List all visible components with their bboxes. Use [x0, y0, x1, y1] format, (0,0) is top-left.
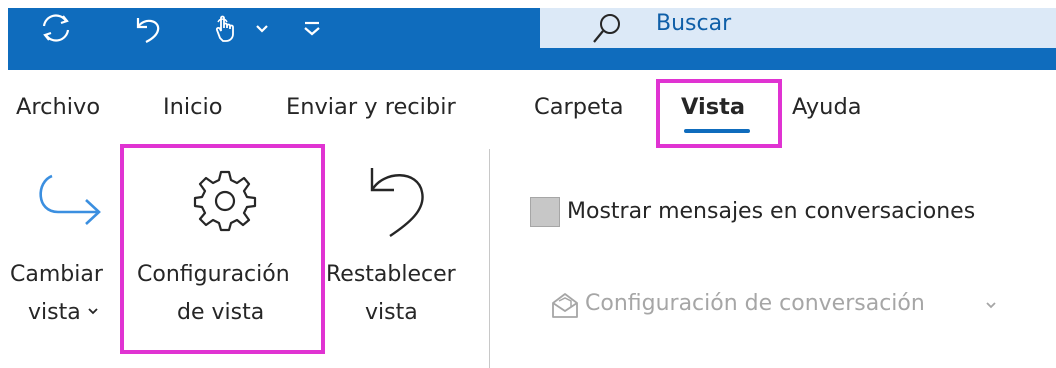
tab-enviar-recibir[interactable]: Enviar y recibir: [286, 94, 456, 120]
touch-mode-icon[interactable]: [208, 12, 244, 44]
search-icon: [588, 12, 624, 46]
tab-archivo[interactable]: Archivo: [16, 94, 100, 120]
arrow-right-icon: [34, 172, 106, 232]
reset-view-button[interactable]: Restablecer vista: [326, 150, 476, 350]
tab-carpeta[interactable]: Carpeta: [534, 94, 623, 120]
customize-toolbar-icon[interactable]: [300, 12, 324, 44]
sync-icon[interactable]: [36, 12, 76, 44]
highlight-box-vista: [656, 79, 782, 148]
reset-view-label-line1: Restablecer: [326, 262, 456, 287]
ribbon-separator: [489, 149, 490, 368]
undo-icon[interactable]: [128, 12, 168, 44]
tab-inicio[interactable]: Inicio: [163, 94, 223, 120]
chevron-down-icon: [86, 304, 100, 318]
change-view-label-line1: Cambiar: [10, 262, 103, 287]
change-view-button[interactable]: Cambiar vista: [0, 150, 128, 368]
search-input[interactable]: Buscar: [656, 11, 731, 36]
conversation-settings-label: Configuración de conversación: [585, 291, 925, 316]
show-conversations-label[interactable]: Mostrar mensajes en conversaciones: [567, 199, 975, 224]
show-conversations-checkbox[interactable]: [530, 197, 560, 227]
envelope-icon: [550, 290, 580, 320]
tab-ayuda[interactable]: Ayuda: [792, 94, 862, 120]
chevron-down-icon[interactable]: [252, 12, 272, 44]
reset-view-label-line2: vista: [365, 300, 418, 325]
highlight-box-view-settings: [120, 144, 325, 354]
undo-icon: [364, 164, 436, 240]
change-view-label-line2: vista: [28, 300, 81, 325]
chevron-down-icon: [984, 298, 998, 312]
